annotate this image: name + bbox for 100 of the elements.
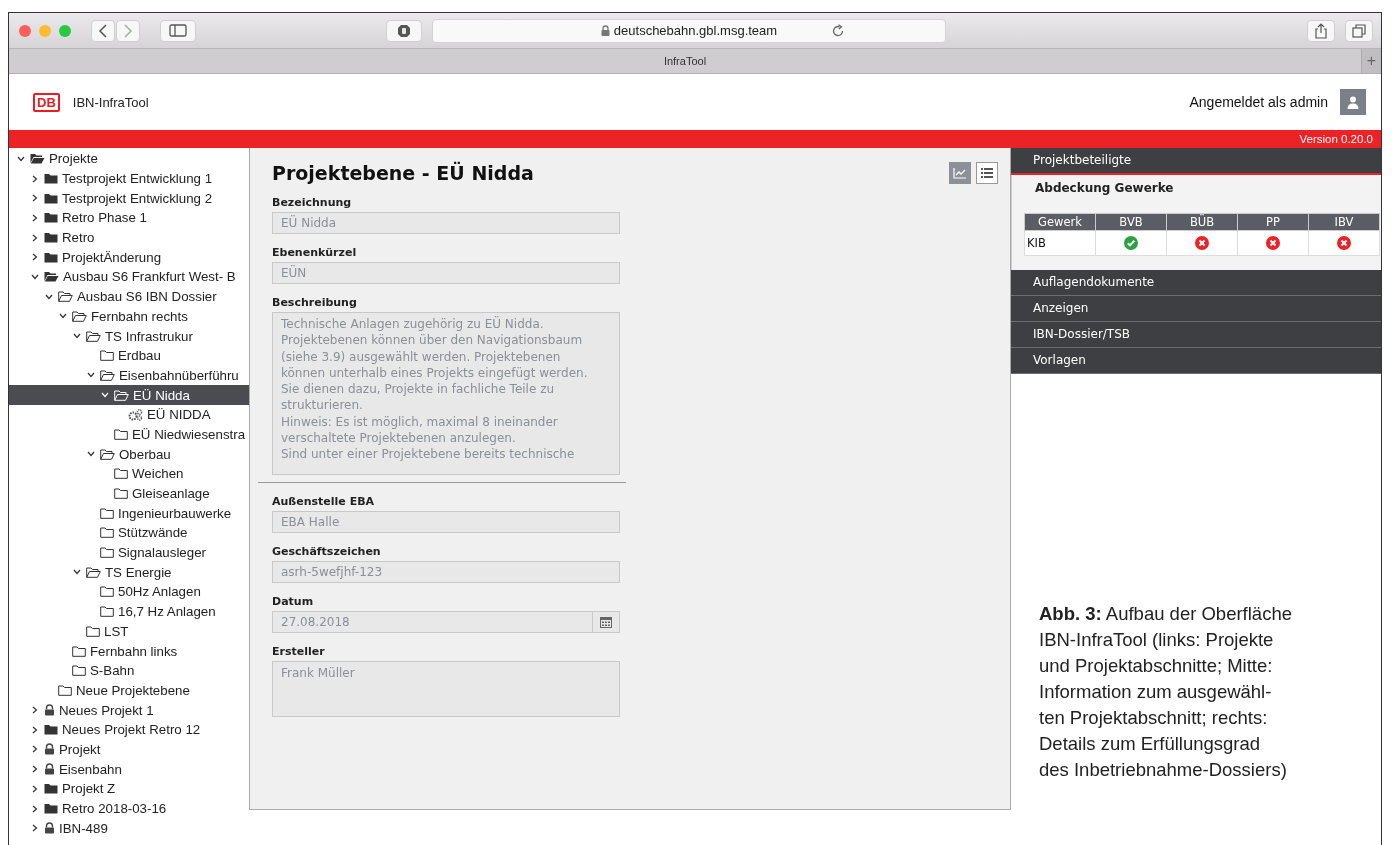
tree-item[interactable]: EÜ NIDDA [9, 404, 249, 425]
folder-icon [100, 606, 114, 618]
tree-item[interactable]: Signalausleger [9, 542, 249, 563]
tree-item[interactable]: S-Bahn [9, 660, 249, 681]
tree-item[interactable]: TS Infrastrukur [9, 326, 249, 346]
gears-icon [128, 408, 143, 421]
chevron-right-icon[interactable] [31, 213, 39, 222]
list-icon [980, 167, 994, 179]
tree-item[interactable]: Ingenieurbauwerke [9, 503, 249, 524]
tree-item[interactable]: Neues Projekt 1 [9, 700, 249, 720]
figure-caption: Abb. 3: Aufbau der Oberfläche IBN-InfraTool (links: Projekte und Projektabschnitte; Mitte: Information zum ausgewähl- ten Projektabschnitt; rechts: Details zum Erfüllungsgrad des Inbetriebnahme-Dossiers) [1039, 602, 1293, 782]
chevron-down-icon[interactable] [87, 450, 95, 459]
back-button[interactable] [91, 19, 115, 42]
open-folder-icon [58, 291, 73, 303]
accordion-header[interactable]: IBN-Dossier/TSB [1011, 322, 1381, 348]
tree-item[interactable]: EÜ Nidda [9, 385, 249, 405]
tree-item[interactable]: Projekt [9, 739, 249, 760]
lock-icon [600, 25, 610, 36]
tree-item[interactable]: Testprojekt Entwicklung 1 [9, 168, 249, 189]
user-button[interactable] [1340, 89, 1366, 115]
tree-item[interactable]: Projekte [9, 149, 249, 169]
tree-item[interactable]: 50Hz Anlagen [9, 582, 249, 602]
tree-item[interactable]: ProjektÄnderung [9, 247, 249, 268]
tree-item[interactable]: Fernbahn rechts [9, 306, 249, 327]
list-view-button[interactable] [976, 162, 998, 184]
tree-item[interactable]: LST [9, 621, 249, 642]
chevron-right-icon[interactable] [31, 824, 39, 833]
sidebar-button[interactable] [160, 19, 196, 42]
reload-icon[interactable] [831, 23, 845, 38]
chevron-right-icon[interactable] [31, 706, 39, 715]
open-folder-icon [86, 566, 101, 578]
share-button[interactable] [1307, 19, 1335, 42]
tree-item[interactable]: Stützwände [9, 523, 249, 543]
tree-item[interactable]: Weichen [9, 464, 249, 484]
chevron-down-icon[interactable] [45, 292, 53, 301]
folder-icon [44, 724, 58, 736]
browser-tab[interactable]: InfraTool [9, 49, 1361, 73]
chevron-down-icon[interactable] [31, 272, 39, 281]
chevron-right-icon[interactable] [31, 194, 39, 203]
tree-item[interactable]: 16,7 Hz Anlagen [9, 601, 249, 622]
line-chart-icon [953, 167, 967, 179]
tree-item[interactable]: Retro Phase 1 [9, 208, 249, 228]
accordion-header[interactable]: Vorlagen [1011, 348, 1381, 374]
accordion-header[interactable]: Auflagendokumente [1011, 270, 1381, 296]
content-blocker-button[interactable] [386, 19, 422, 42]
tree-item[interactable]: Eisenbahnüberführu [9, 365, 249, 386]
field-label: Ersteller [272, 645, 326, 658]
open-folder-icon [44, 271, 59, 283]
tree-item[interactable]: Oberbau [9, 444, 249, 464]
address-bar[interactable]: deutschebahn.gbl.msg.team [432, 18, 946, 43]
tree-item[interactable]: Fernbahn links [9, 641, 249, 661]
chevron-down-icon[interactable] [73, 568, 81, 577]
tree-item[interactable]: Gleiseanlage [9, 483, 249, 504]
chevron-down-icon[interactable] [101, 391, 109, 400]
db-logo: DB [33, 92, 60, 112]
date-value: 27.08.2018 [281, 614, 350, 630]
share-icon [1314, 22, 1328, 39]
tree-item[interactable]: Ausbau S6 Frankfurt West- B [9, 267, 249, 287]
chevron-right-icon[interactable] [31, 725, 39, 734]
column-header: IBV [1308, 213, 1380, 231]
tabs-button[interactable] [1345, 19, 1373, 42]
field-label: Geschäftszeichen [272, 545, 382, 558]
folder-icon [44, 251, 58, 263]
folder-icon [44, 212, 58, 224]
chevron-right-icon[interactable] [31, 745, 39, 754]
chevron-down-icon[interactable] [87, 371, 95, 380]
field-label: Beschreibung [272, 296, 358, 309]
cross-icon [1195, 236, 1209, 251]
tree-item[interactable]: Retro [9, 227, 249, 248]
tree-item[interactable]: Erdbau [9, 345, 249, 366]
folder-icon [86, 625, 100, 637]
tree-item[interactable]: Projekt Z [9, 779, 249, 799]
tree-item[interactable]: EÜ Niedwiesenstra [9, 424, 249, 445]
tree-item[interactable]: Testprojekt Entwicklung 2 [9, 188, 249, 209]
tree-item[interactable]: Ausbau S6 IBN Dossier [9, 286, 249, 307]
chevron-right-icon[interactable] [31, 253, 39, 262]
folder-icon [114, 468, 128, 480]
cross-icon [1266, 236, 1280, 251]
tree-item[interactable]: Retro 2018-03-16 [9, 798, 249, 819]
chevron-right-icon[interactable] [31, 765, 39, 774]
tree-item[interactable]: IBN-489 [9, 818, 249, 839]
accordion-header[interactable]: Projektbeteiligte [1011, 148, 1381, 175]
tree-item[interactable]: TS Energie [9, 562, 249, 583]
chevron-right-icon[interactable] [31, 233, 39, 242]
chevron-down-icon[interactable] [73, 332, 81, 341]
tree-item[interactable]: Eisenbahn [9, 759, 249, 779]
tree-item[interactable]: Neues Projekt Retro 12 [9, 719, 249, 740]
tabs-icon [1352, 23, 1366, 38]
chevron-right-icon[interactable] [31, 784, 39, 793]
open-folder-icon [30, 153, 45, 165]
chevron-right-icon[interactable] [31, 804, 39, 813]
chevron-down-icon[interactable] [17, 154, 25, 163]
folder-icon [44, 173, 58, 185]
tree-item[interactable]: Neue Projektebene [9, 680, 249, 701]
accordion-header[interactable]: Anzeigen [1011, 296, 1381, 322]
chevron-down-icon[interactable] [59, 312, 67, 321]
chevron-right-icon[interactable] [31, 174, 39, 183]
folder-icon [114, 488, 128, 500]
folder-icon [100, 507, 114, 519]
stop-sign-icon [397, 23, 411, 38]
